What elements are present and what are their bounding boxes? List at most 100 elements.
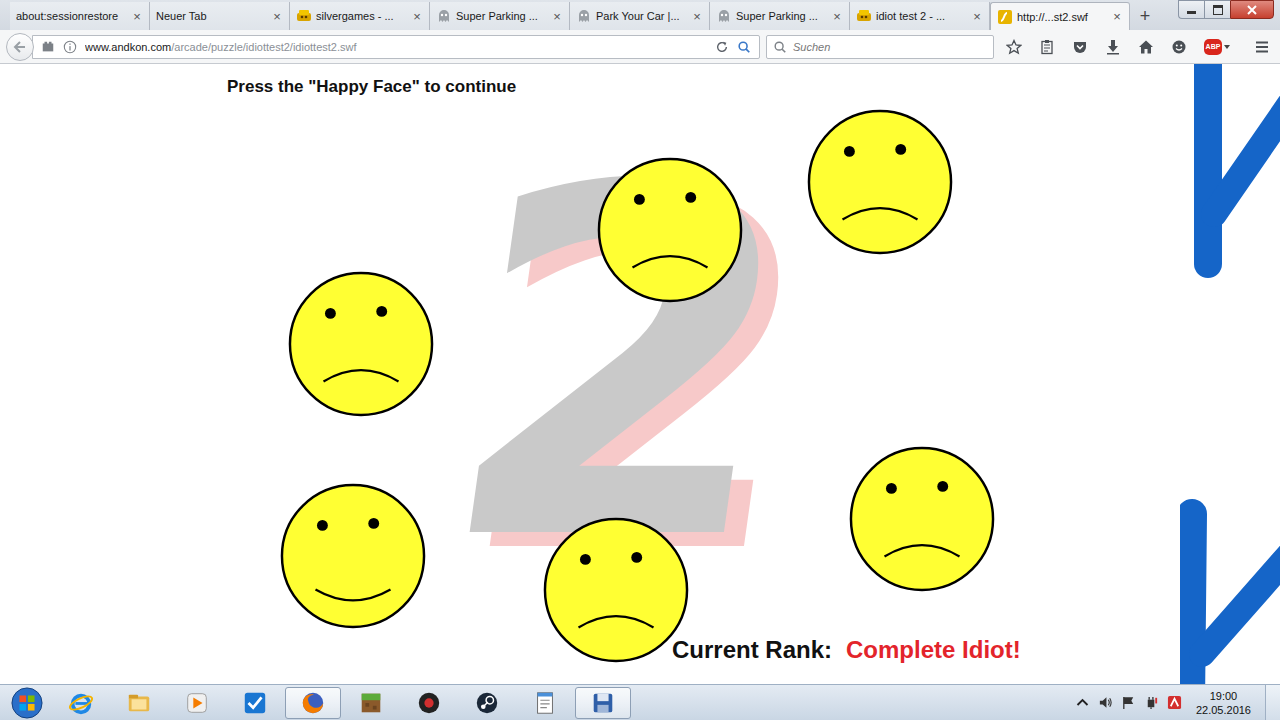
taskbar: 19:0022.05.2016 bbox=[0, 684, 1280, 720]
tab[interactable]: Super Parking ... × bbox=[710, 2, 850, 30]
menu-icon[interactable] bbox=[1254, 39, 1270, 55]
tab-label: about:sessionrestore bbox=[16, 10, 127, 22]
sad-face[interactable] bbox=[287, 270, 435, 418]
tab[interactable]: Park Your Car |... × bbox=[570, 2, 710, 30]
clock-time: 19:00 bbox=[1210, 689, 1238, 703]
new-tab-button[interactable]: + bbox=[1130, 2, 1160, 30]
steam-icon bbox=[474, 690, 500, 716]
generic-favicon-icon bbox=[436, 8, 452, 24]
minimize-button[interactable] bbox=[1178, 0, 1204, 19]
taskbar-button[interactable] bbox=[401, 687, 457, 719]
tab-label: Neuer Tab bbox=[156, 10, 267, 22]
clock-date: 22.05.2016 bbox=[1196, 703, 1251, 717]
taskbar-button[interactable] bbox=[459, 687, 515, 719]
bookmarks-list-icon[interactable] bbox=[1039, 39, 1055, 55]
download-icon[interactable] bbox=[1105, 39, 1121, 55]
game-favicon-icon bbox=[856, 8, 872, 24]
search-field[interactable]: Suchen bbox=[766, 35, 994, 59]
windows-logo-icon bbox=[11, 687, 43, 719]
restore-icon bbox=[1213, 5, 1223, 15]
flash-favicon-icon bbox=[997, 9, 1013, 25]
tab-close-button[interactable]: × bbox=[971, 9, 983, 24]
tab-close-button[interactable]: × bbox=[551, 9, 563, 24]
close-icon bbox=[1247, 5, 1257, 15]
generic-favicon-icon bbox=[716, 8, 732, 24]
antivirus-icon[interactable] bbox=[1167, 695, 1182, 710]
tab-label: Super Parking ... bbox=[456, 10, 547, 22]
generic-favicon-icon bbox=[576, 8, 592, 24]
system-tray: 19:0022.05.2016 bbox=[1075, 685, 1280, 720]
tab-label: Super Parking ... bbox=[736, 10, 827, 22]
url-path: /arcade/puzzle/idiottest2/idiottest2.swf bbox=[171, 41, 356, 53]
adblock-icon: ABP bbox=[1204, 39, 1222, 55]
blue-shape bbox=[1180, 64, 1280, 684]
explorer-icon bbox=[126, 690, 152, 716]
search-placeholder: Suchen bbox=[793, 41, 830, 53]
pocket-icon[interactable] bbox=[1072, 39, 1088, 55]
tab-close-button[interactable]: × bbox=[691, 9, 703, 24]
bookmark-star-icon[interactable] bbox=[1006, 39, 1022, 55]
happy-face[interactable] bbox=[279, 482, 427, 630]
close-button[interactable] bbox=[1230, 0, 1274, 19]
taskbar-button[interactable] bbox=[53, 687, 109, 719]
sad-face[interactable] bbox=[806, 108, 954, 256]
tab[interactable]: silvergames - ... × bbox=[290, 2, 430, 30]
tab-close-button[interactable]: × bbox=[131, 9, 143, 24]
speaker-icon[interactable] bbox=[1098, 695, 1113, 710]
taskbar-button[interactable] bbox=[169, 687, 225, 719]
back-button[interactable] bbox=[6, 33, 34, 61]
firefox-icon bbox=[300, 690, 326, 716]
info-icon[interactable] bbox=[63, 40, 77, 54]
flash-game: 2Press the "Happy Face" to continueCurre… bbox=[0, 64, 1280, 684]
clock[interactable]: 19:0022.05.2016 bbox=[1190, 689, 1257, 717]
check-icon bbox=[242, 690, 268, 716]
tab-close-button[interactable]: × bbox=[1111, 9, 1123, 24]
tab-label: http://...st2.swf bbox=[1017, 11, 1107, 23]
taskbar-button[interactable] bbox=[111, 687, 167, 719]
back-arrow-icon bbox=[12, 39, 28, 55]
search-icon bbox=[773, 40, 787, 54]
url-host: www.andkon.com bbox=[85, 41, 171, 53]
rank-value: Complete Idiot! bbox=[846, 636, 1021, 664]
reload-icon[interactable] bbox=[715, 40, 729, 54]
maximize-button[interactable] bbox=[1204, 0, 1230, 19]
url-text: www.andkon.com/arcade/puzzle/idiottest2/… bbox=[85, 41, 707, 53]
tab-close-button[interactable]: × bbox=[411, 9, 423, 24]
taskbar-button[interactable] bbox=[575, 687, 631, 719]
tab[interactable]: Super Parking ... × bbox=[430, 2, 570, 30]
sad-face[interactable] bbox=[542, 516, 690, 664]
tab-label: Park Your Car |... bbox=[596, 10, 687, 22]
minecraft-icon bbox=[358, 690, 384, 716]
power-plug-icon[interactable] bbox=[1144, 695, 1159, 710]
sad-face[interactable] bbox=[848, 445, 996, 593]
start-button[interactable] bbox=[0, 685, 53, 720]
show-hidden-icons-icon[interactable] bbox=[1075, 695, 1090, 710]
home-icon[interactable] bbox=[1138, 39, 1154, 55]
taskbar-button[interactable] bbox=[343, 687, 399, 719]
action-center-flag-icon[interactable] bbox=[1121, 695, 1136, 710]
tab[interactable]: Neuer Tab × bbox=[150, 2, 290, 30]
tab[interactable]: http://...st2.swf × bbox=[990, 2, 1130, 30]
save-icon bbox=[590, 690, 616, 716]
notepad-icon bbox=[532, 690, 558, 716]
ie-icon bbox=[68, 690, 94, 716]
tab-close-button[interactable]: × bbox=[831, 9, 843, 24]
tab[interactable]: about:sessionrestore × bbox=[10, 2, 150, 30]
instruction-text: Press the "Happy Face" to continue bbox=[227, 77, 1280, 97]
taskbar-button[interactable] bbox=[517, 687, 573, 719]
show-desktop-button[interactable] bbox=[1265, 685, 1280, 720]
search-go-icon[interactable] bbox=[737, 40, 751, 54]
adblock-button[interactable]: ABP bbox=[1204, 39, 1230, 55]
tab-close-button[interactable]: × bbox=[271, 9, 283, 24]
rank-line: Current Rank:Complete Idiot! bbox=[0, 636, 1280, 684]
dropdown-caret-icon bbox=[1224, 45, 1230, 49]
hello-chat-icon[interactable] bbox=[1171, 39, 1187, 55]
taskbar-button[interactable] bbox=[227, 687, 283, 719]
window-controls bbox=[1178, 0, 1280, 19]
sad-face[interactable] bbox=[596, 156, 744, 304]
url-bar[interactable]: www.andkon.com/arcade/puzzle/idiottest2/… bbox=[32, 35, 760, 59]
nav-bar: www.andkon.com/arcade/puzzle/idiottest2/… bbox=[0, 30, 1280, 64]
tab[interactable]: idiot test 2 - ...× bbox=[850, 2, 990, 30]
tab-label: silvergames - ... bbox=[316, 10, 407, 22]
taskbar-button[interactable] bbox=[285, 687, 341, 719]
